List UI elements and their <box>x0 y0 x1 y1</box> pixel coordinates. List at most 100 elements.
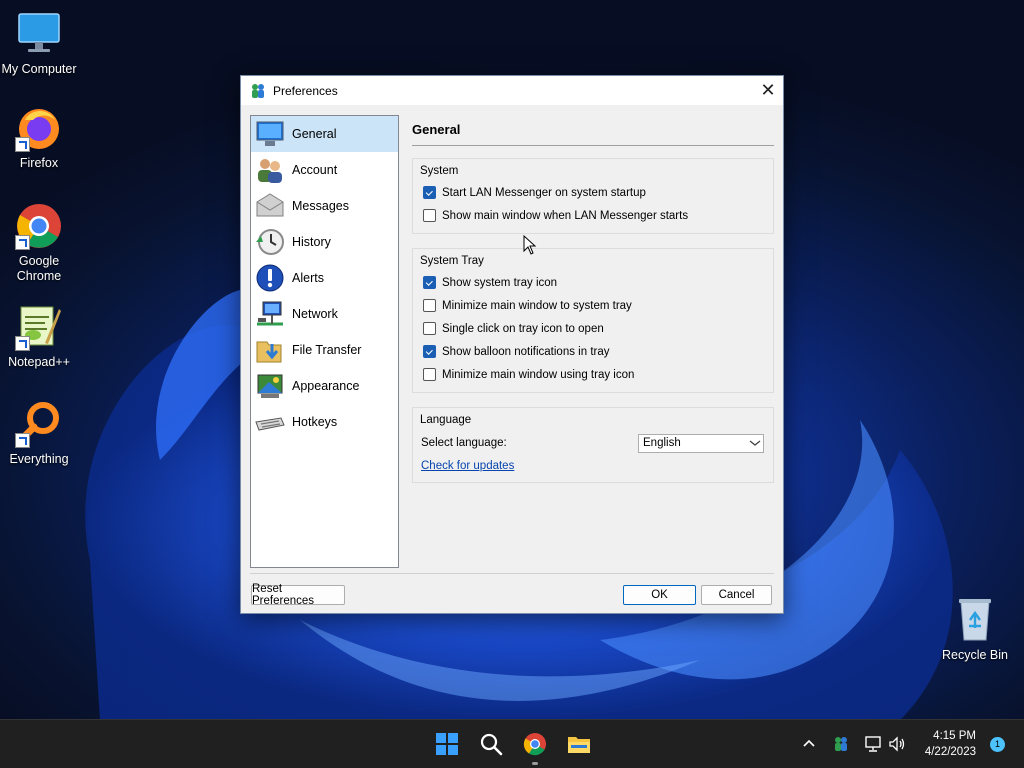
palette-icon <box>255 371 285 401</box>
checkbox-unchecked-icon[interactable] <box>423 368 436 381</box>
network-tray-icon[interactable] <box>864 736 882 752</box>
option-minimize-to-tray[interactable]: Minimize main window to system tray <box>421 294 773 317</box>
option-minimize-using-tray-icon[interactable]: Minimize main window using tray icon <box>421 363 773 386</box>
mouse-cursor-icon <box>523 235 537 255</box>
nav-item-hotkeys[interactable]: Hotkeys <box>251 404 398 440</box>
checkbox-checked-icon[interactable] <box>423 276 436 289</box>
preferences-nav: General Account Messages History Alerts <box>250 115 399 568</box>
shortcut-arrow-icon <box>15 433 30 448</box>
chrome-taskbar-icon[interactable] <box>523 732 547 756</box>
system-group: System Start LAN Messenger on system sta… <box>412 158 774 234</box>
monitor-icon <box>18 13 60 52</box>
search-icon[interactable] <box>479 732 503 756</box>
shortcut-arrow-icon <box>15 336 30 351</box>
desktop-icon-chrome[interactable]: Google Chrome <box>0 202 78 284</box>
desktop-icon-my-computer[interactable]: My Computer <box>0 10 78 77</box>
option-label: Show balloon notifications in tray <box>442 345 610 358</box>
desktop-icon-everything[interactable]: Everything <box>0 400 78 467</box>
tray-chevron-up-icon[interactable] <box>802 737 816 751</box>
preferences-dialog: Preferences ✕ General Account Messages H… <box>240 75 784 614</box>
desktop-icon-recycle-bin[interactable]: Recycle Bin <box>936 596 1014 663</box>
desktop-icon-label: Firefox <box>19 156 59 170</box>
nav-item-label: History <box>292 235 331 249</box>
group-title: System <box>420 165 463 177</box>
keyboard-icon <box>255 407 285 437</box>
clock-date: 4/22/2023 <box>924 746 976 758</box>
recycle-bin-icon <box>959 599 991 641</box>
language-group: Language Select language: English Check … <box>412 407 774 483</box>
desktop-icon-firefox[interactable]: Firefox <box>0 104 78 171</box>
clock-time: 4:15 PM <box>933 730 976 742</box>
select-language-label: Select language: <box>421 437 507 449</box>
system-tray-group: System Tray Show system tray icon Minimi… <box>412 248 774 393</box>
users-icon <box>255 155 285 185</box>
nav-item-history[interactable]: History <box>251 224 398 260</box>
desktop-icon-label: Notepad++ <box>8 355 70 369</box>
file-explorer-icon[interactable] <box>567 732 591 756</box>
nav-item-messages[interactable]: Messages <box>251 188 398 224</box>
desktop-icon-label: Google Chrome <box>16 254 62 283</box>
envelope-icon <box>255 191 285 221</box>
windows-start-icon[interactable] <box>435 732 459 756</box>
panel-title: General <box>412 115 774 146</box>
ok-button[interactable]: OK <box>623 585 696 605</box>
lan-messenger-icon <box>252 83 264 98</box>
clock[interactable]: 4:15 PM 4/22/2023 <box>925 728 976 760</box>
nav-item-account[interactable]: Account <box>251 152 398 188</box>
network-icon <box>255 299 285 329</box>
group-title: System Tray <box>420 255 488 267</box>
volume-icon[interactable] <box>888 736 906 752</box>
desktop-icon-label: Everything <box>9 452 69 466</box>
language-select-value: English <box>643 437 681 449</box>
desktop-icon-notepadpp[interactable]: Notepad++ <box>0 303 78 370</box>
notification-badge[interactable]: 1 <box>990 737 1005 753</box>
shortcut-arrow-icon <box>15 137 30 152</box>
nav-item-label: Appearance <box>292 379 360 393</box>
language-row: Select language: English <box>421 430 773 456</box>
option-start-on-startup[interactable]: Start LAN Messenger on system startup <box>421 181 773 204</box>
option-label: Single click on tray icon to open <box>442 322 604 335</box>
nav-item-label: Hotkeys <box>292 415 338 429</box>
dialog-title: Preferences <box>273 83 338 98</box>
settings-panel: General System Start LAN Messenger on sy… <box>412 115 774 483</box>
option-label: Show system tray icon <box>442 276 558 289</box>
checkbox-unchecked-icon[interactable] <box>423 299 436 312</box>
option-single-click-tray[interactable]: Single click on tray icon to open <box>421 317 773 340</box>
folder-download-icon <box>255 335 285 365</box>
option-label: Start LAN Messenger on system startup <box>442 186 646 199</box>
nav-item-label: General <box>292 127 337 141</box>
desktop-icon-label: Recycle Bin <box>942 648 1008 662</box>
running-indicator <box>532 762 538 765</box>
checkbox-unchecked-icon[interactable] <box>423 322 436 335</box>
cancel-button[interactable]: Cancel <box>701 585 772 605</box>
nav-item-label: Network <box>292 307 338 321</box>
title-bar: Preferences ✕ <box>241 76 783 105</box>
clock-icon <box>255 227 285 257</box>
nav-item-network[interactable]: Network <box>251 296 398 332</box>
desktop-icon-label: My Computer <box>1 62 77 76</box>
footer-divider <box>250 573 774 574</box>
shortcut-arrow-icon <box>15 235 30 250</box>
lan-messenger-tray-icon[interactable] <box>833 736 849 752</box>
reset-preferences-button[interactable]: Reset Preferences <box>251 583 345 607</box>
checkbox-unchecked-icon[interactable] <box>423 209 436 222</box>
nav-item-general[interactable]: General <box>251 116 398 152</box>
taskbar: 4:15 PM 4/22/2023 1 <box>0 719 1024 768</box>
language-select[interactable]: English <box>638 433 764 453</box>
close-icon[interactable]: ✕ <box>753 76 783 105</box>
option-label: Show main window when LAN Messenger star… <box>442 209 689 222</box>
checkbox-checked-icon[interactable] <box>423 186 436 199</box>
exclamation-icon <box>255 263 285 293</box>
checkbox-checked-icon[interactable] <box>423 345 436 358</box>
nav-item-label: Messages <box>292 199 349 213</box>
nav-item-label: Alerts <box>292 271 324 285</box>
nav-item-label: Account <box>292 163 338 177</box>
option-show-main-window[interactable]: Show main window when LAN Messenger star… <box>421 204 773 227</box>
nav-item-alerts[interactable]: Alerts <box>251 260 398 296</box>
option-balloon-notifications[interactable]: Show balloon notifications in tray <box>421 340 773 363</box>
option-show-tray-icon[interactable]: Show system tray icon <box>421 271 773 294</box>
option-label: Minimize main window using tray icon <box>442 368 635 381</box>
nav-item-file-transfer[interactable]: File Transfer <box>251 332 398 368</box>
check-for-updates-link[interactable]: Check for updates <box>421 460 514 472</box>
nav-item-appearance[interactable]: Appearance <box>251 368 398 404</box>
